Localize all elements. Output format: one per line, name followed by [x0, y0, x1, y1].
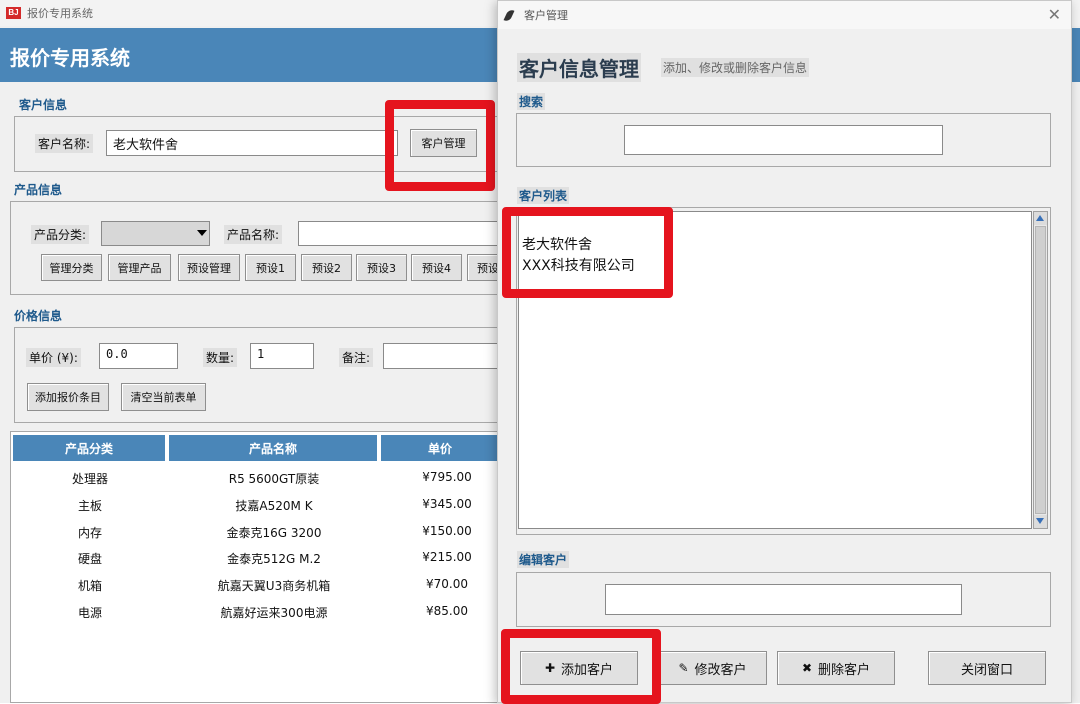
preset-1-button[interactable]: 预设1 [245, 254, 296, 281]
search-input[interactable] [624, 125, 943, 155]
table-row[interactable]: 硬盘 金泰克512G M.2 ¥215.00 [11, 544, 499, 570]
preset-manage-button[interactable]: 预设管理 [178, 254, 240, 281]
cell-name: 金泰克16G 3200 [226, 526, 322, 540]
feather-icon [503, 7, 515, 23]
dialog-subtitle: 添加、修改或删除客户信息 [661, 58, 810, 77]
manage-product-button[interactable]: 管理产品 [108, 254, 171, 281]
quantity-input[interactable]: 1 [250, 343, 314, 369]
dialog-heading: 客户信息管理 [517, 53, 641, 82]
pencil-icon: ✎ [678, 661, 689, 675]
cell-price: ¥70.00 [426, 577, 468, 591]
modify-customer-button[interactable]: ✎ 修改客户 [658, 651, 767, 685]
preset-4-button[interactable]: 预设4 [411, 254, 462, 281]
list-scrollbar[interactable] [1033, 211, 1048, 529]
cell-name: 航嘉天翼U3商务机箱 [217, 579, 331, 593]
close-icon[interactable]: ✕ [1048, 5, 1061, 24]
cell-category: 机箱 [77, 579, 102, 593]
search-section-title: 搜索 [517, 93, 546, 110]
table-row[interactable]: 内存 金泰克16G 3200 ¥150.00 [11, 518, 499, 544]
scroll-down-icon[interactable] [1034, 515, 1047, 528]
table-row[interactable]: 机箱 航嘉天翼U3商务机箱 ¥70.00 [11, 571, 499, 597]
customer-list-title: 客户列表 [517, 187, 570, 204]
cell-price: ¥85.00 [426, 604, 468, 618]
delete-customer-button[interactable]: ✖ 删除客户 [777, 651, 895, 685]
app-logo-icon: BJ [6, 7, 21, 19]
cross-icon: ✖ [801, 661, 813, 675]
cell-category: 处理器 [71, 472, 108, 486]
cell-name: 航嘉好运来300电源 [220, 606, 328, 620]
col-header-name[interactable]: 产品名称 [169, 435, 379, 461]
preset-3-button[interactable]: 预设3 [356, 254, 407, 281]
window-title: 报价专用系统 [27, 7, 93, 20]
customer-management-dialog: 客户管理 ✕ 客户信息管理 添加、修改或删除客户信息 搜索 客户列表 老大软件舍… [497, 0, 1072, 704]
dialog-titlebar: 客户管理 ✕ [498, 1, 1071, 29]
col-header-price[interactable]: 单价 [381, 435, 499, 461]
manage-category-button[interactable]: 管理分类 [41, 254, 102, 281]
cell-category: 硬盘 [77, 552, 102, 566]
dialog-title: 客户管理 [524, 9, 568, 22]
highlight-customer-list [502, 207, 673, 298]
price-section-title: 价格信息 [14, 309, 63, 323]
cell-price: ¥345.00 [422, 497, 472, 511]
edit-customer-input[interactable] [605, 584, 962, 615]
product-name-label: 产品名称: [224, 225, 283, 244]
col-header-category[interactable]: 产品分类 [13, 435, 167, 461]
product-section-title: 产品信息 [14, 183, 63, 197]
unit-price-label: 单价 (¥): [26, 348, 81, 367]
note-input[interactable] [383, 343, 499, 369]
cell-price: ¥215.00 [422, 550, 472, 564]
highlight-manage-button [385, 100, 495, 191]
cell-price: ¥795.00 [422, 470, 472, 484]
cell-name: 金泰克512G M.2 [227, 552, 321, 566]
delete-customer-label: 删除客户 [818, 662, 871, 678]
scroll-up-icon[interactable] [1034, 212, 1047, 225]
cell-category: 主板 [77, 499, 102, 513]
table-row[interactable]: 处理器 R5 5600GT原装 ¥795.00 [11, 464, 499, 490]
clear-form-button[interactable]: 清空当前表单 [121, 383, 206, 411]
quantity-label: 数量: [203, 348, 238, 367]
edit-section-title: 编辑客户 [517, 551, 570, 568]
cell-name: 技嘉A520M K [235, 499, 313, 513]
unit-price-input[interactable]: 0.0 [99, 343, 178, 369]
table-row[interactable]: 电源 航嘉好运来300电源 ¥85.00 [11, 598, 499, 624]
cell-category: 电源 [77, 606, 102, 620]
cell-category: 内存 [77, 526, 102, 540]
product-category-select[interactable] [101, 221, 210, 246]
note-label: 备注: [339, 348, 374, 367]
quote-table: 产品分类 产品名称 单价 处理器 R5 5600GT原装 ¥795.00 主板 … [10, 431, 500, 703]
table-row[interactable]: 主板 技嘉A520M K ¥345.00 [11, 491, 499, 517]
cell-price: ¥150.00 [422, 524, 472, 538]
chevron-down-icon[interactable] [197, 230, 207, 236]
product-name-input[interactable] [298, 221, 498, 246]
customer-section-title: 客户信息 [19, 98, 68, 112]
banner-title: 报价专用系统 [10, 46, 130, 70]
product-category-label: 产品分类: [31, 225, 90, 244]
scroll-thumb[interactable] [1035, 226, 1046, 514]
preset-2-button[interactable]: 预设2 [301, 254, 352, 281]
customer-name-input[interactable]: 老大软件舍 [106, 130, 398, 156]
modify-customer-label: 修改客户 [694, 662, 747, 678]
cell-name: R5 5600GT原装 [228, 472, 320, 486]
highlight-add-button [501, 629, 661, 704]
close-window-button[interactable]: 关闭窗口 [928, 651, 1046, 685]
add-quote-item-button[interactable]: 添加报价条目 [27, 383, 109, 411]
customer-name-label: 客户名称: [35, 134, 94, 153]
